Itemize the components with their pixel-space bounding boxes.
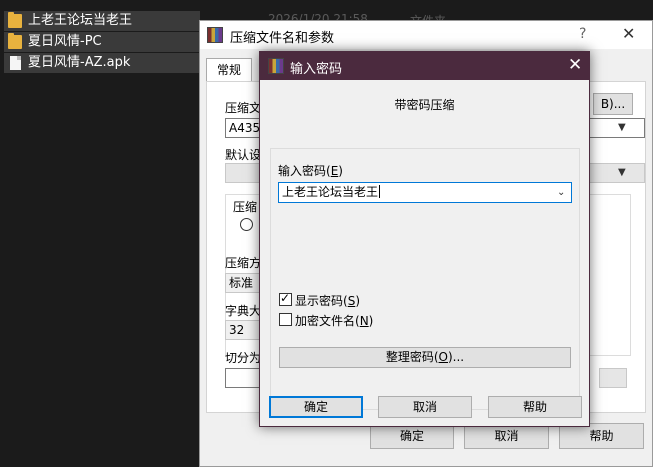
file-name: 夏日风情-AZ.apk — [28, 55, 131, 70]
dialog-title: 输入密码 — [290, 62, 343, 77]
archive-name-label: 压缩文 — [225, 101, 262, 115]
format-radio[interactable] — [240, 218, 253, 231]
close-icon[interactable]: ✕ — [568, 55, 582, 75]
list-item[interactable]: 夏日风情-AZ.apk — [4, 53, 200, 73]
chevron-down-icon[interactable]: ▼ — [618, 122, 626, 133]
chevron-down-icon[interactable]: ⌄ — [557, 187, 565, 198]
list-item[interactable]: 夏日风情-PC — [4, 32, 200, 52]
cancel-button[interactable]: 取消 — [378, 396, 472, 418]
password-label: 输入密码(E) — [278, 164, 343, 178]
method-label: 压缩方 — [225, 256, 262, 270]
split-label: 切分为 — [225, 351, 262, 365]
help-button[interactable]: 帮助 — [488, 396, 582, 418]
title-bar: 输入密码 ✕ — [260, 52, 589, 80]
folder-icon — [8, 12, 22, 28]
help-icon[interactable]: ? — [579, 26, 586, 42]
encrypt-filenames-label: 加密文件名(N) — [295, 314, 374, 328]
file-icon — [10, 56, 21, 70]
dialog-title: 压缩文件名和参数 — [230, 31, 335, 46]
password-input[interactable]: 上老王论坛当老王 — [278, 182, 572, 203]
list-item[interactable]: 上老王论坛当老王 — [4, 11, 200, 31]
title-bar: 压缩文件名和参数 ? ✕ — [200, 21, 652, 49]
default-profile-label: 默认设 — [225, 148, 262, 162]
file-name: 上老王论坛当老王 — [28, 13, 133, 28]
dict-size-label: 字典大 — [225, 304, 262, 318]
show-password-checkbox[interactable] — [279, 291, 292, 306]
show-password-label: 显示密码(S) — [295, 294, 360, 308]
folder-icon — [8, 33, 22, 49]
file-name: 夏日风情-PC — [28, 34, 102, 49]
split-unit-dropdown[interactable] — [599, 368, 627, 388]
dialog-heading: 带密码压缩 — [394, 98, 455, 112]
close-icon[interactable]: ✕ — [622, 24, 635, 43]
ok-button[interactable]: 确定 — [269, 396, 363, 418]
enter-password-dialog: 输入密码 ✕ 带密码压缩 输入密码(E) 上老王论坛当老王 ⌄ 显示密码(S) … — [259, 51, 590, 427]
organize-passwords-button[interactable]: 整理密码(O)... — [279, 347, 571, 368]
browse-button[interactable]: B)... — [593, 93, 633, 115]
winrar-icon — [268, 58, 284, 74]
dialog-body: 带密码压缩 输入密码(E) 上老王论坛当老王 ⌄ 显示密码(S) 加密文件名(N… — [260, 80, 589, 426]
format-label: 压缩 — [233, 200, 258, 214]
encrypt-filenames-checkbox[interactable] — [279, 313, 292, 326]
tab-general[interactable]: 常规 — [206, 58, 252, 82]
winrar-icon — [207, 27, 223, 43]
chevron-down-icon[interactable]: ▼ — [618, 167, 626, 178]
